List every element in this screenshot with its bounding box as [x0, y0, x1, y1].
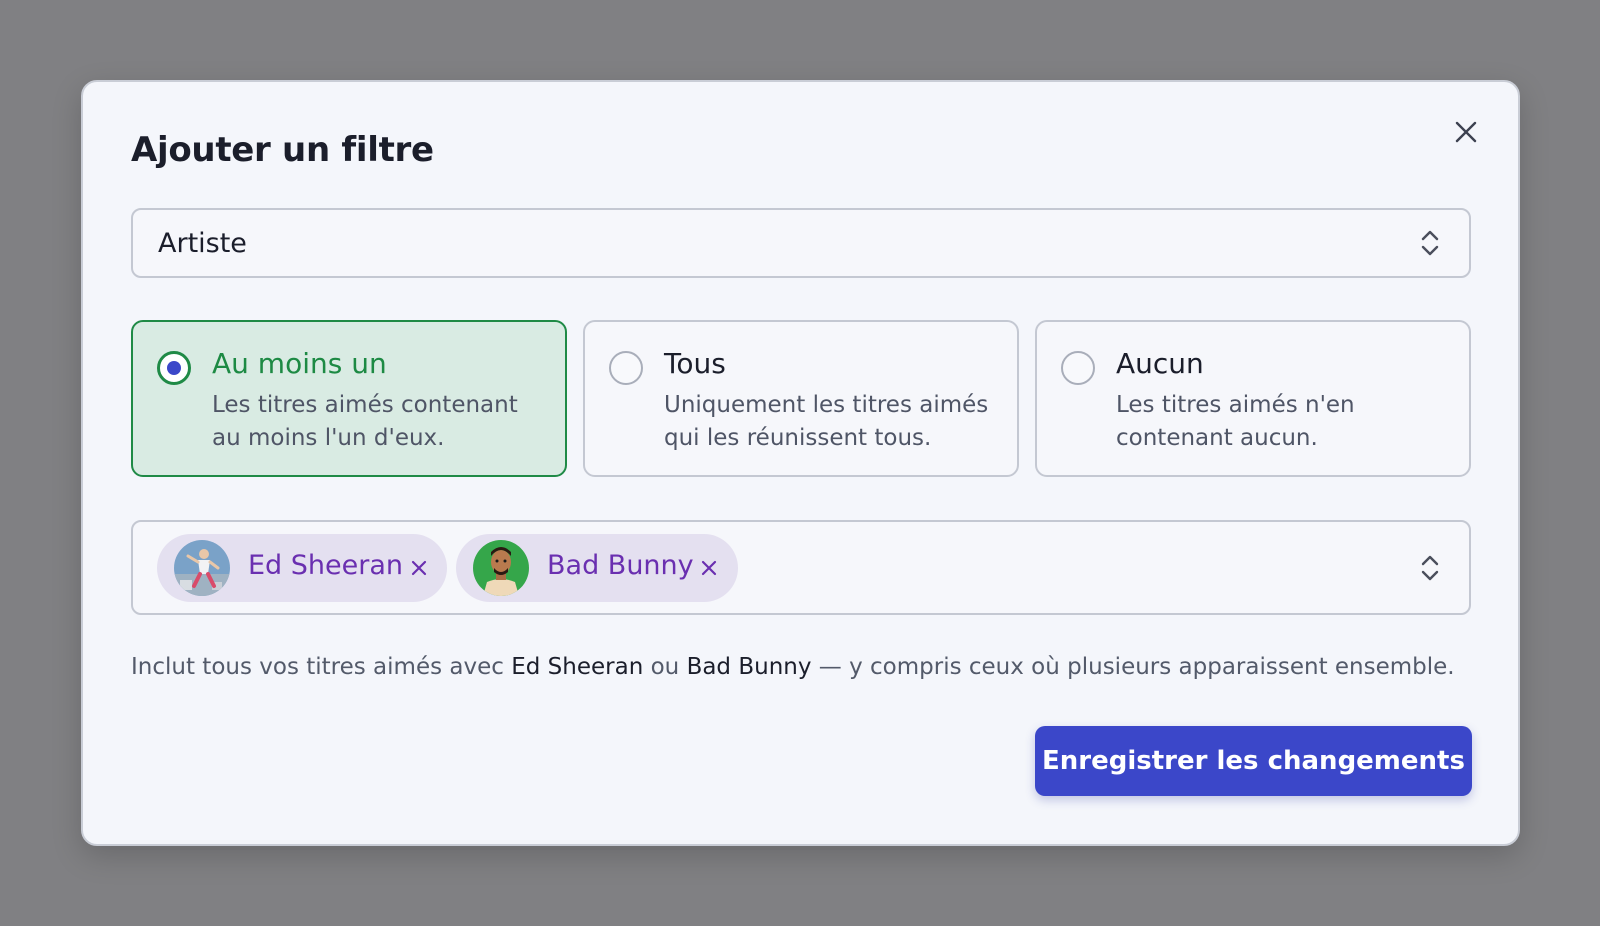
match-mode-radio-group: Au moins un Les titres aimés contenant a…	[131, 320, 1471, 477]
remove-chip-button[interactable]	[699, 558, 719, 578]
save-changes-button[interactable]: Enregistrer les changements	[1035, 726, 1472, 796]
radio-button[interactable]	[609, 351, 643, 385]
radio-dot	[167, 361, 181, 375]
chevron-up-down-icon[interactable]	[1419, 553, 1441, 583]
help-artist-2: Bad Bunny	[686, 654, 812, 680]
dialog-title: Ajouter un filtre	[131, 130, 434, 170]
artist-chip-label: Ed Sheeran	[248, 550, 404, 581]
help-suffix: — y compris ceux où plusieurs apparaisse…	[811, 654, 1455, 680]
close-button[interactable]	[1452, 118, 1480, 146]
remove-chip-button[interactable]	[409, 558, 429, 578]
add-filter-dialog: Ajouter un filtre Artiste Au moins un Le…	[81, 80, 1520, 846]
artist-chip-bad-bunny: Bad Bunny	[456, 534, 738, 602]
match-option-label: Au moins un	[212, 347, 387, 380]
field-select-value: Artiste	[158, 227, 247, 259]
help-prefix: Inclut tous vos titres aimés avec	[131, 654, 512, 680]
artist-multiselect[interactable]: Ed Sheeran Bad Bunny	[131, 520, 1471, 615]
help-artist-1: Ed Sheeran	[511, 654, 644, 680]
close-icon	[411, 560, 427, 576]
help-middle: ou	[643, 654, 687, 680]
match-option-description: Les titres aimés contenant au moins l'un…	[212, 392, 518, 451]
radio-button[interactable]	[1061, 351, 1095, 385]
match-option-all[interactable]: Tous Uniquement les titres aimés qui les…	[583, 320, 1019, 477]
chevron-up-down-icon	[1421, 230, 1439, 256]
artist-chip-ed-sheeran: Ed Sheeran	[157, 534, 447, 602]
match-option-description: Les titres aimés n'en contenant aucun.	[1116, 392, 1355, 451]
close-icon	[701, 560, 717, 576]
radio-button-checked[interactable]	[157, 351, 191, 385]
filter-help-text: Inclut tous vos titres aimés avec Ed She…	[131, 654, 1471, 680]
artist-chip-label: Bad Bunny	[547, 550, 694, 581]
field-select[interactable]: Artiste	[131, 208, 1471, 278]
match-option-label: Tous	[664, 347, 726, 380]
match-option-label: Aucun	[1116, 347, 1204, 380]
avatar	[473, 540, 529, 596]
match-option-at-least-one[interactable]: Au moins un Les titres aimés contenant a…	[131, 320, 567, 477]
match-option-description: Uniquement les titres aimés qui les réun…	[664, 392, 989, 451]
avatar	[174, 540, 230, 596]
close-icon	[1455, 121, 1477, 143]
match-option-none[interactable]: Aucun Les titres aimés n'en contenant au…	[1035, 320, 1471, 477]
